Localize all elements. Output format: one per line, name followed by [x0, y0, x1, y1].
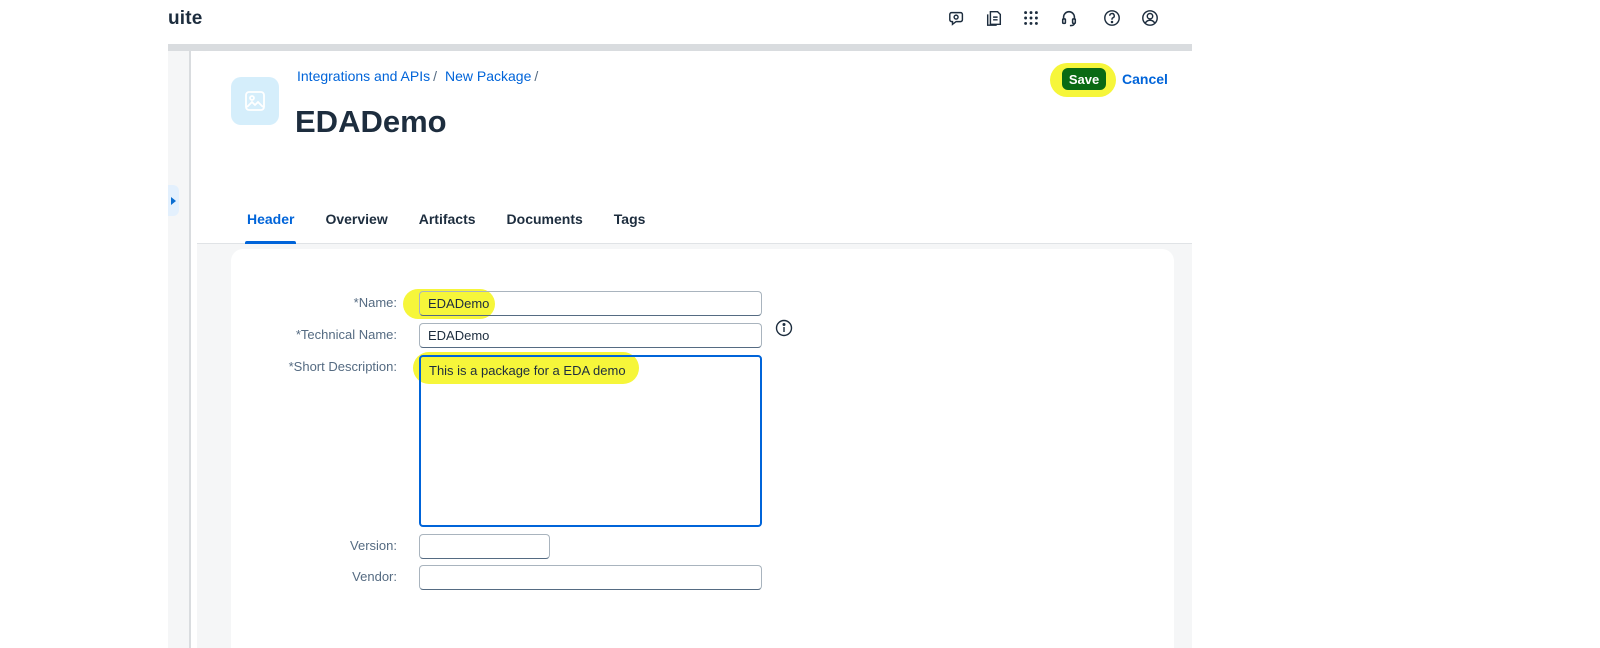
expand-panel-button[interactable]: [168, 185, 179, 216]
main-content: Integrations and APIs / New Package / EDADe…: [197, 51, 1192, 648]
tab-artifacts[interactable]: Artifacts: [417, 206, 478, 244]
technical-name-input[interactable]: [419, 323, 762, 348]
version-label: Version:: [350, 538, 397, 553]
support-headset-icon[interactable]: [1059, 8, 1079, 28]
object-header: Integrations and APIs / New Package / EDADe…: [197, 51, 1192, 244]
tab-documents[interactable]: Documents: [505, 206, 585, 244]
name-input[interactable]: [419, 291, 762, 316]
version-input[interactable]: [419, 534, 550, 559]
breadcrumb-separator: /: [433, 68, 437, 84]
info-icon[interactable]: [774, 318, 794, 338]
tab-overview[interactable]: Overview: [323, 206, 389, 244]
breadcrumb-separator: /: [534, 68, 539, 84]
notifications-chat-icon[interactable]: [947, 8, 967, 28]
documents-icon[interactable]: [984, 8, 1004, 28]
breadcrumb-link-new-package[interactable]: New Package: [445, 68, 531, 84]
shell-divider: [168, 44, 1192, 51]
tab-bar: Header Overview Artifacts Documents Tags: [245, 206, 674, 244]
image-placeholder-icon: [231, 77, 279, 125]
user-profile-icon[interactable]: [1140, 8, 1160, 28]
header-form: *Name: *Technical Name: *Short Descripti…: [231, 249, 1174, 648]
shell-bar: uite: [168, 0, 1192, 44]
technical-name-label: *Technical Name:: [295, 327, 397, 342]
short-description-textarea[interactable]: This is a package for a EDA demo: [419, 355, 762, 527]
breadcrumb: Integrations and APIs / New Package /: [297, 68, 546, 84]
breadcrumb-link-integrations[interactable]: Integrations and APIs: [297, 68, 430, 84]
vendor-input[interactable]: [419, 565, 762, 590]
help-icon[interactable]: [1102, 8, 1122, 28]
tab-header[interactable]: Header: [245, 206, 297, 244]
cancel-button[interactable]: Cancel: [1122, 68, 1168, 90]
tab-tags[interactable]: Tags: [612, 206, 648, 244]
app-grid-icon[interactable]: [1021, 8, 1041, 28]
short-description-label: *Short Description:: [288, 359, 397, 374]
save-button[interactable]: Save: [1062, 68, 1106, 90]
side-panel: [168, 51, 191, 648]
shell-actions: [168, 8, 1192, 28]
chevron-right-icon: [171, 196, 176, 205]
vendor-label: Vendor:: [352, 569, 397, 584]
name-label: *Name:: [353, 295, 397, 310]
page-title: EDADemo: [295, 104, 447, 139]
